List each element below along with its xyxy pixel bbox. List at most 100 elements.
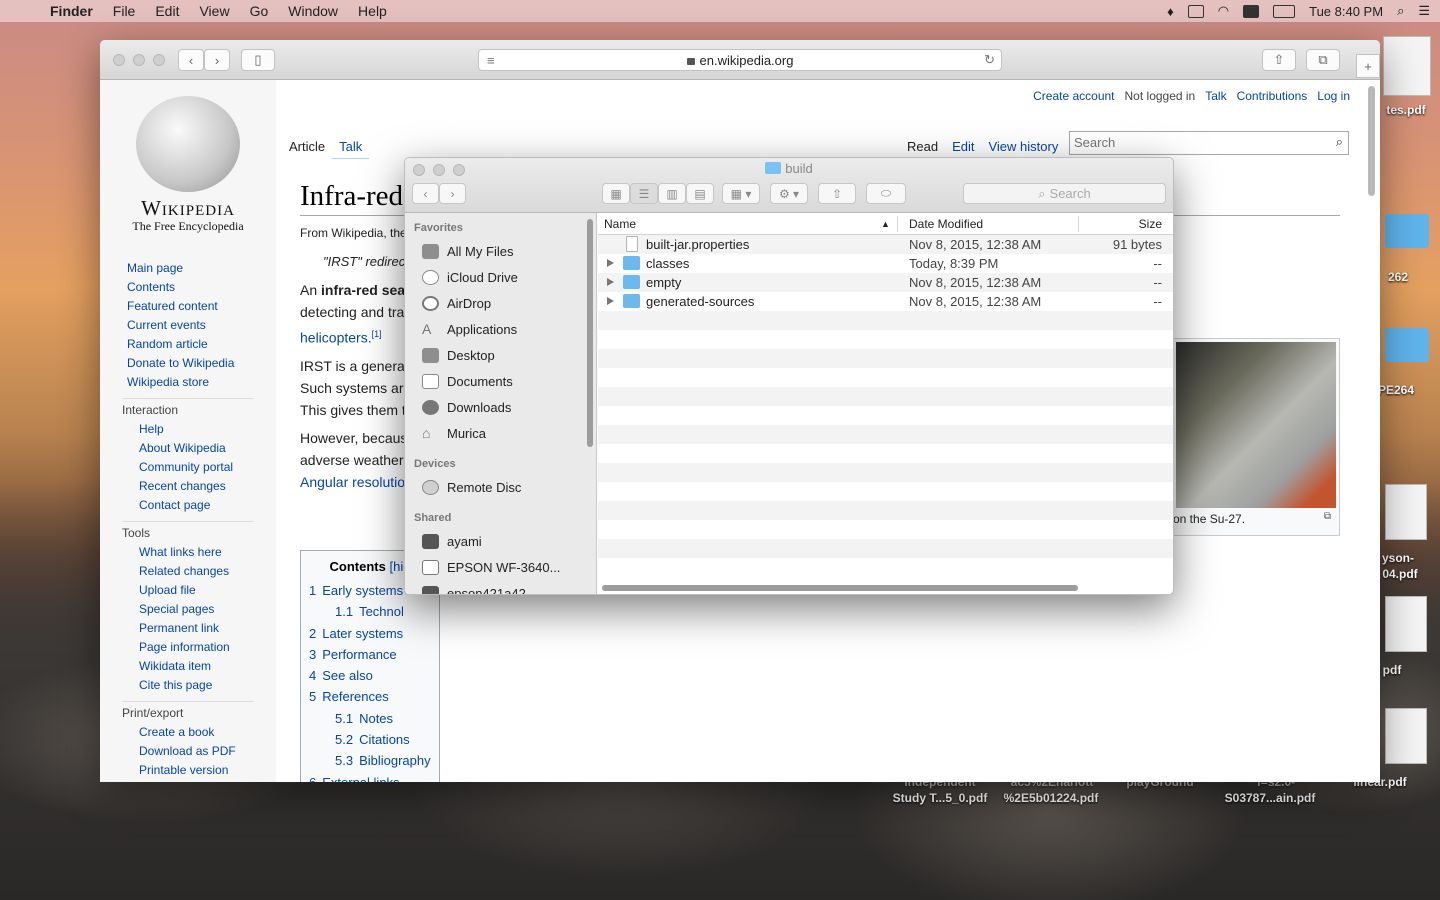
helicopters-link[interactable]: helicopters. — [300, 330, 372, 346]
toc-item[interactable]: 5.2 Citations — [309, 729, 431, 750]
horizontal-scrollbar[interactable] — [602, 585, 1078, 591]
file-row[interactable]: generated-sources Nov 8, 2015, 12:38 AM -- — [598, 292, 1173, 311]
search-icon[interactable]: ⌕ — [1336, 134, 1343, 150]
sidebar-item-all-my-files[interactable]: All My Files — [422, 241, 513, 261]
tag-icon[interactable]: ⬭ — [866, 183, 906, 204]
sort-ascending-icon[interactable]: ▲ — [881, 219, 890, 229]
close-window-button[interactable] — [113, 54, 125, 66]
sidebar-item-desktop[interactable]: Desktop — [422, 345, 495, 365]
desktop-folder-icon[interactable] — [1385, 214, 1429, 248]
toc-item[interactable]: 2 Later systems — [309, 623, 431, 644]
share-icon[interactable]: ⇧ — [818, 183, 856, 204]
sidebar-item-ayami[interactable]: ayami — [422, 531, 482, 551]
column-view-button[interactable]: ▥ — [658, 183, 686, 204]
new-tab-button[interactable]: + — [1356, 54, 1380, 78]
arrange-menu-button[interactable]: ▦ ▾ — [722, 183, 760, 204]
desktop-file-icon[interactable] — [1385, 708, 1427, 764]
tab-view-history[interactable]: View history — [981, 135, 1066, 159]
toc-item[interactable]: 5.1 Notes — [309, 708, 431, 729]
file-row[interactable]: classes Today, 8:39 PM -- — [598, 254, 1173, 273]
wikipedia-globe-logo[interactable] — [136, 96, 240, 192]
menu-app-name[interactable]: Finder — [40, 3, 103, 19]
finder-forward-button[interactable]: › — [439, 183, 466, 204]
nav-download-pdf[interactable]: Download as PDF — [139, 742, 236, 761]
nav-special-pages[interactable]: Special pages — [139, 600, 230, 619]
wiki-wordmark[interactable]: Wikipedia — [100, 196, 276, 221]
nav-create-book[interactable]: Create a book — [139, 723, 236, 742]
notification-icon[interactable]: ♦ — [1167, 4, 1174, 19]
disclosure-triangle-icon[interactable] — [607, 297, 614, 305]
column-divider[interactable] — [897, 216, 898, 232]
nav-recent-changes[interactable]: Recent changes — [139, 477, 233, 496]
toc-item[interactable]: 5 References — [309, 686, 431, 707]
display-icon[interactable] — [1243, 4, 1260, 18]
nav-contact[interactable]: Contact page — [139, 496, 233, 515]
desktop-file-label[interactable]: Study T...5_0.pdf — [886, 790, 994, 806]
desktop-folder-icon[interactable] — [1385, 328, 1429, 362]
spotlight-icon[interactable]: ⌕ — [1397, 3, 1404, 19]
sidebar-item-epson421a42[interactable]: epson421a42 — [422, 583, 526, 594]
toc-item[interactable]: 4 See also — [309, 665, 431, 686]
nav-current-events[interactable]: Current events — [127, 316, 234, 335]
sidebar-item-downloads[interactable]: Downloads — [422, 397, 511, 417]
desktop-file-label[interactable]: %2E5b01224.pdf — [996, 790, 1106, 806]
desktop-file-label[interactable]: yson- — [1376, 550, 1420, 566]
desktop-file-label[interactable]: S03787...ain.pdf — [1218, 790, 1322, 806]
nav-wikidata-item[interactable]: Wikidata item — [139, 657, 230, 676]
finder-back-button[interactable]: ‹ — [412, 183, 439, 204]
action-gear-icon[interactable]: ⚙ ▾ — [770, 183, 808, 204]
column-divider[interactable] — [1078, 216, 1079, 232]
finder-search-field[interactable]: ⌕ Search — [963, 183, 1166, 204]
nav-page-information[interactable]: Page information — [139, 638, 230, 657]
share-icon[interactable]: ⇧ — [1262, 49, 1296, 71]
toc-item[interactable]: 1.1 Technol — [309, 601, 431, 622]
aircraft-image[interactable] — [1176, 342, 1336, 508]
menu-help[interactable]: Help — [348, 3, 397, 19]
desktop-folder-label[interactable]: 262 — [1378, 269, 1418, 285]
sidebar-item-applications[interactable]: A Applications — [422, 319, 517, 339]
tab-edit[interactable]: Edit — [945, 135, 982, 159]
nav-main-page[interactable]: Main page — [127, 259, 234, 278]
nav-what-links-here[interactable]: What links here — [139, 543, 230, 562]
nav-featured[interactable]: Featured content — [127, 297, 234, 316]
column-size[interactable]: Size — [1139, 217, 1162, 231]
desktop-file-label[interactable]: pdf — [1378, 662, 1406, 678]
zoom-window-button[interactable] — [153, 54, 165, 66]
sidebar-item-murica[interactable]: ⌂ Murica — [422, 423, 486, 443]
nav-printable-version[interactable]: Printable version — [139, 761, 236, 780]
sidebar-item-remote-disc[interactable]: Remote Disc — [422, 477, 521, 497]
toc-item[interactable]: 5.3 Bibliography — [309, 750, 431, 771]
sidebar-item-documents[interactable]: Documents — [422, 371, 513, 391]
nav-contents[interactable]: Contents — [127, 278, 234, 297]
menu-file[interactable]: File — [103, 3, 146, 19]
toc-item[interactable]: 3 Performance — [309, 644, 431, 665]
nav-upload-file[interactable]: Upload file — [139, 581, 230, 600]
nav-related-changes[interactable]: Related changes — [139, 562, 230, 581]
list-view-button[interactable]: ☰ — [630, 183, 658, 204]
minimize-window-button[interactable] — [133, 54, 145, 66]
back-button[interactable]: ‹ — [178, 49, 204, 71]
nav-permanent-link[interactable]: Permanent link — [139, 619, 230, 638]
tab-read[interactable]: Read — [900, 135, 946, 159]
column-name[interactable]: Name — [604, 217, 636, 231]
menu-view[interactable]: View — [189, 3, 239, 19]
wiki-search-input[interactable]: Search ⌕ — [1069, 131, 1349, 155]
sidebar-item-airdrop[interactable]: AirDrop — [422, 293, 491, 313]
create-account-link[interactable]: Create account — [1033, 89, 1114, 103]
browser-scrollbar[interactable] — [1368, 86, 1375, 196]
cover-flow-button[interactable]: ▤ — [686, 183, 714, 204]
nav-donate[interactable]: Donate to Wikipedia — [127, 354, 234, 373]
wifi-icon[interactable]: ◠ — [1218, 3, 1229, 19]
nav-cite-page[interactable]: Cite this page — [139, 676, 230, 695]
nav-random-article[interactable]: Random article — [127, 335, 234, 354]
sidebar-scrollbar[interactable] — [587, 219, 593, 447]
talk-link[interactable]: Talk — [1205, 89, 1226, 103]
sidebar-toggle-icon[interactable]: ▯ — [241, 49, 275, 71]
nav-help[interactable]: Help — [139, 420, 233, 439]
ref-1-link[interactable]: [1] — [372, 329, 382, 339]
reader-icon[interactable]: ≡ — [487, 53, 495, 68]
reload-icon[interactable]: ↻ — [984, 52, 995, 68]
address-bar[interactable]: ≡ en.wikipedia.org ↻ — [478, 49, 1002, 71]
file-row[interactable]: built-jar.properties Nov 8, 2015, 12:38 A… — [598, 235, 1173, 254]
angular-resolution-link[interactable]: Angular resolutio — [300, 474, 405, 490]
